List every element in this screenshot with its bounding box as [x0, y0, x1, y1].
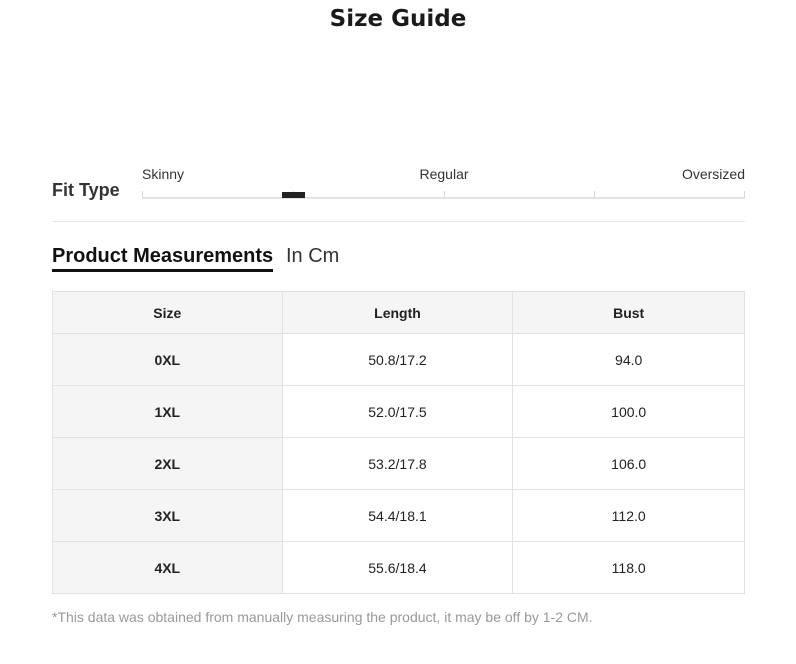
- size-cell: 1XL: [52, 385, 283, 438]
- length-cell: 53.2/17.8: [281, 437, 514, 490]
- column-header-bust: Bust: [512, 291, 745, 334]
- fit-type-label: Fit Type: [52, 180, 120, 200]
- size-cell: 2XL: [52, 437, 283, 490]
- disclaimer-note: *This data was obtained from manually me…: [52, 609, 593, 625]
- bust-cell: 100.0: [512, 385, 745, 438]
- fit-indicator: [282, 192, 305, 198]
- fit-tick: [444, 191, 445, 198]
- table-header-row: Size Length Bust: [52, 291, 745, 334]
- fit-tick: [744, 191, 745, 198]
- table-row: 4XL 55.6/18.4 118.0: [52, 541, 745, 594]
- fit-label-skinny: Skinny: [142, 166, 185, 182]
- size-cell: 3XL: [52, 489, 283, 542]
- fit-tick: [142, 191, 143, 198]
- bust-cell: 118.0: [512, 541, 745, 594]
- column-header-length: Length: [281, 291, 514, 334]
- length-cell: 54.4/18.1: [281, 489, 514, 542]
- bust-cell: 106.0: [512, 437, 745, 490]
- length-cell: 55.6/18.4: [281, 541, 514, 594]
- fit-type-scale: Skinny Regular Oversized: [142, 166, 745, 206]
- measurements-heading: Product Measurements: [52, 246, 274, 272]
- fit-label-oversized: Oversized: [681, 166, 745, 182]
- size-cell: 4XL: [52, 541, 283, 594]
- column-header-size: Size: [52, 291, 283, 334]
- fit-tick: [594, 191, 595, 198]
- measurements-table: Size Length Bust 0XL 50.8/17.2 94.0 1XL …: [52, 291, 745, 594]
- bust-cell: 112.0: [512, 489, 745, 542]
- unit-label: In Cm: [286, 245, 340, 267]
- page-title: Size Guide: [329, 6, 467, 32]
- bust-cell: 94.0: [512, 333, 745, 386]
- divider: [52, 221, 745, 222]
- length-cell: 52.0/17.5: [281, 385, 514, 438]
- table-row: 2XL 53.2/17.8 106.0: [52, 437, 745, 490]
- table-row: 3XL 54.4/18.1 112.0: [52, 489, 745, 542]
- size-cell: 0XL: [52, 333, 283, 386]
- table-row: 0XL 50.8/17.2 94.0: [52, 333, 745, 386]
- fit-label-regular: Regular: [419, 166, 469, 182]
- table-row: 1XL 52.0/17.5 100.0: [52, 385, 745, 438]
- length-cell: 50.8/17.2: [281, 333, 514, 386]
